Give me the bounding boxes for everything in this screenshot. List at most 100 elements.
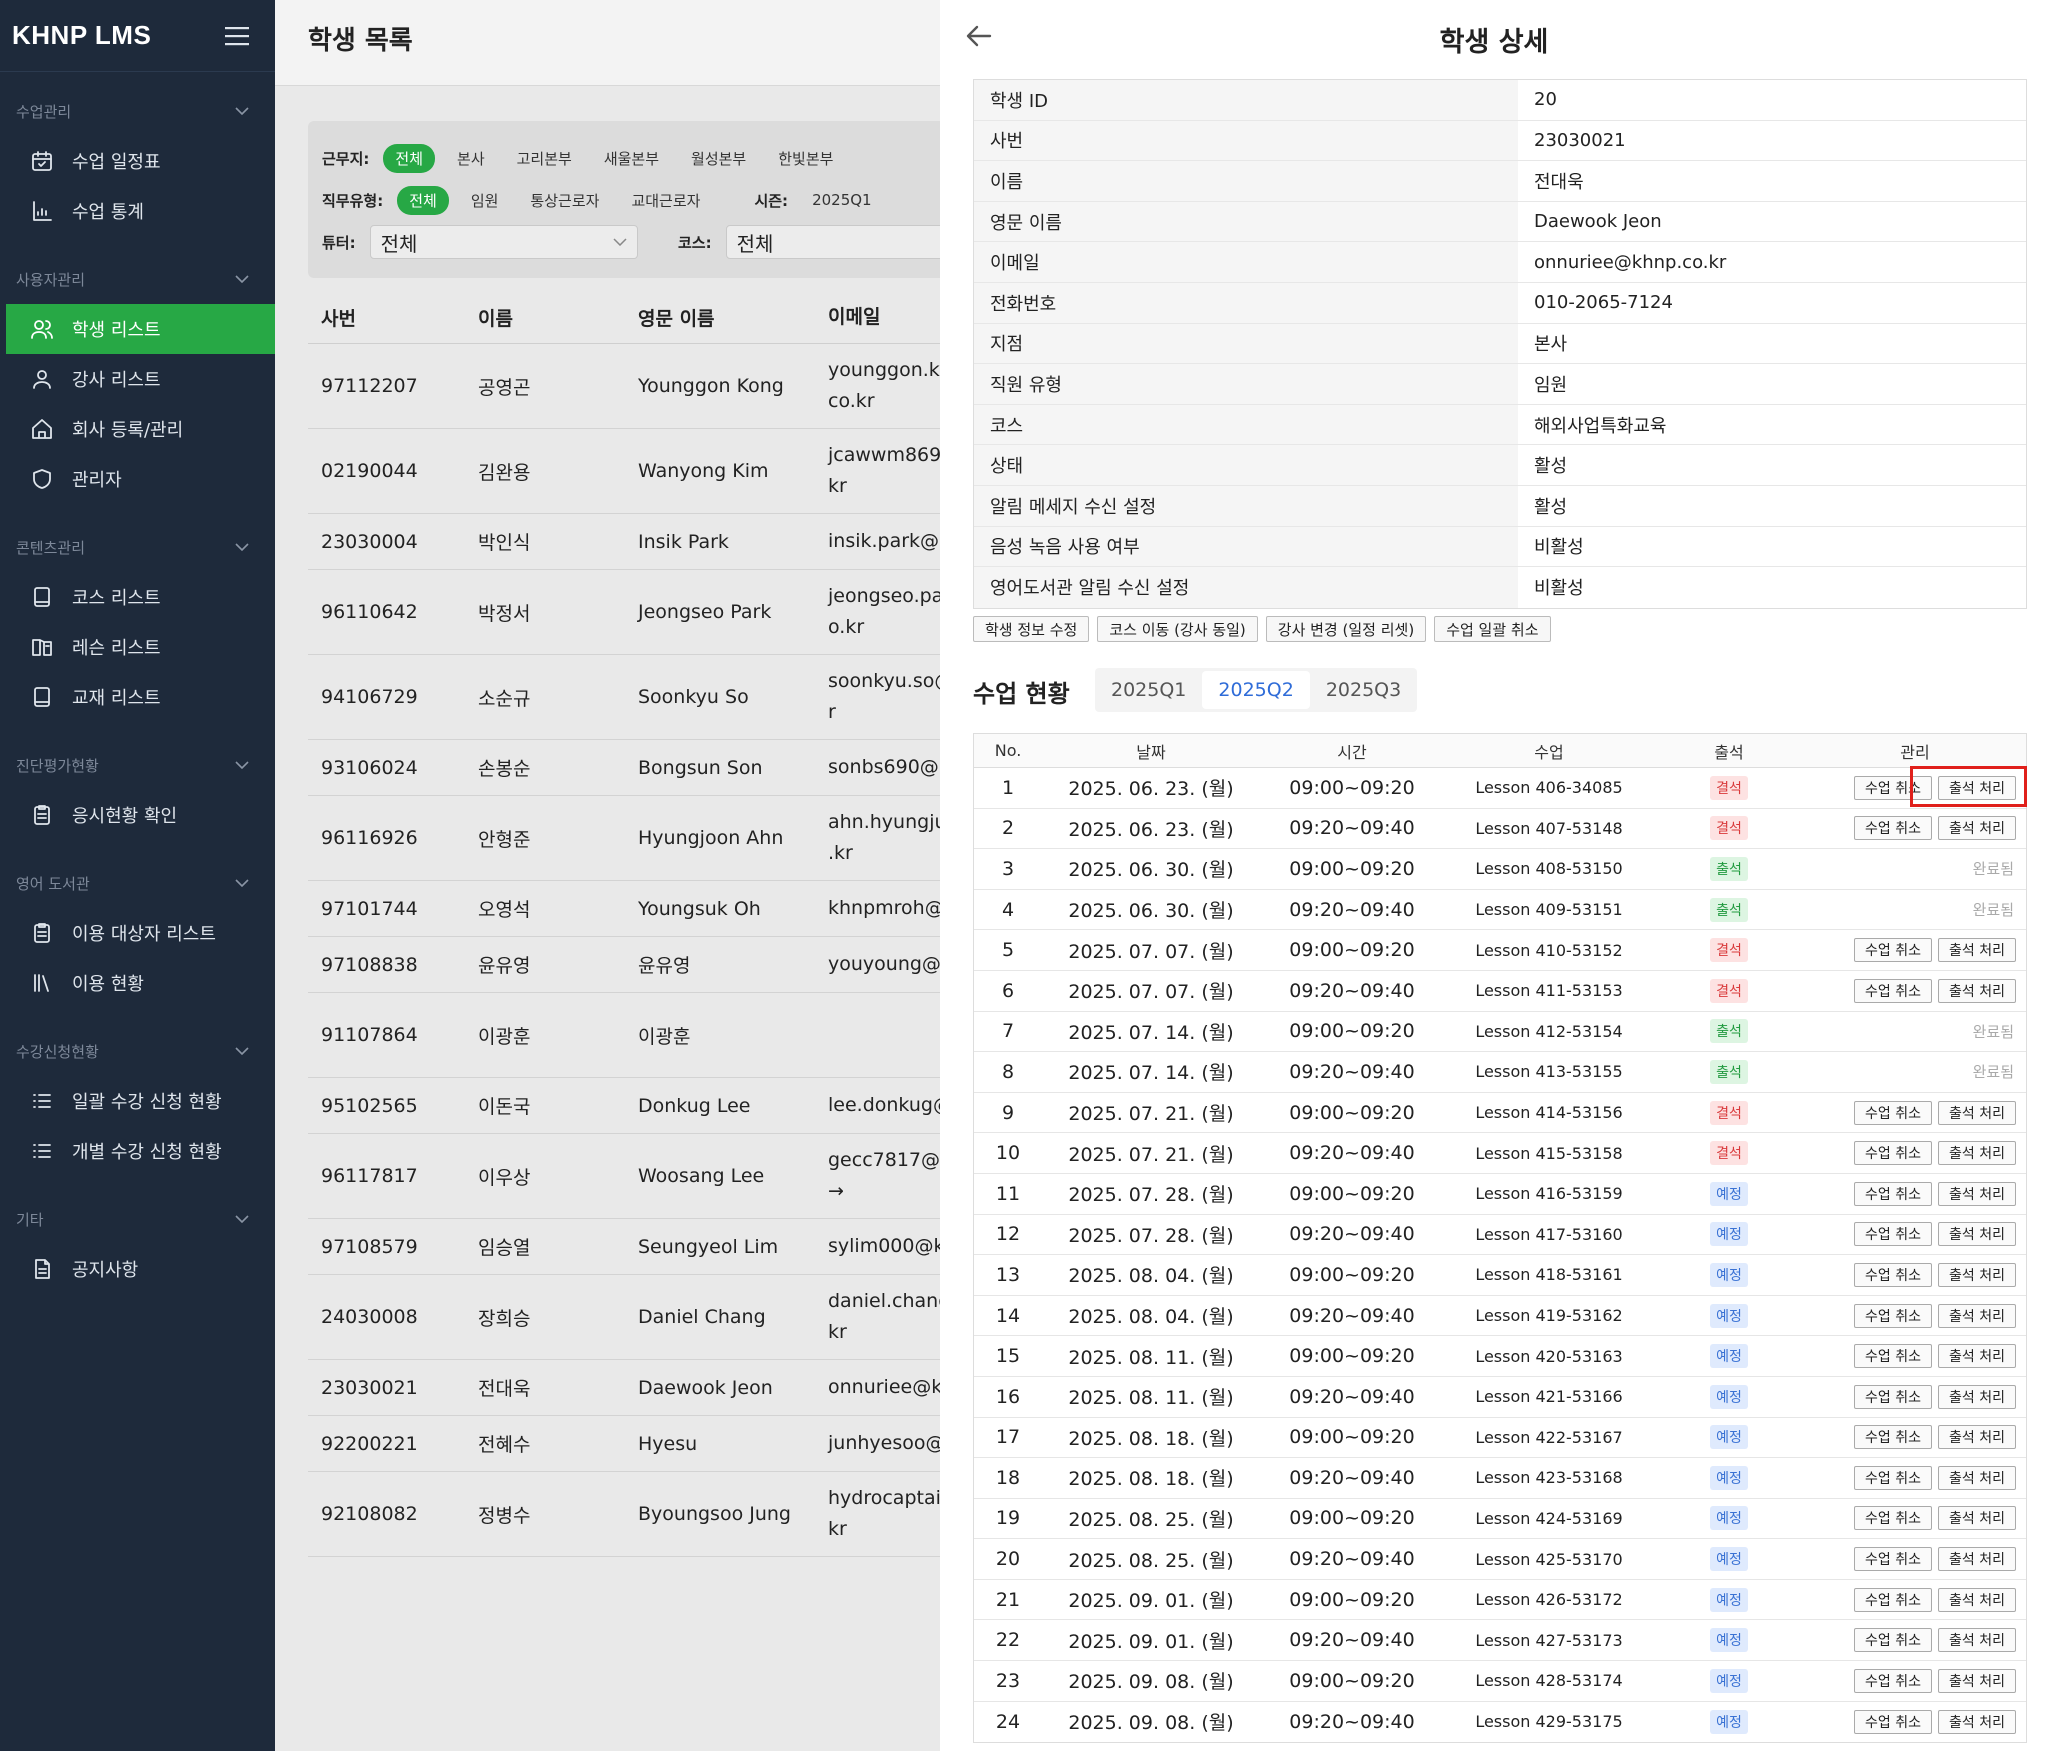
- table-row[interactable]: 92108082 정병수 Byoungsoo Jung hydrocaptai kr: [308, 1472, 940, 1557]
- course-select[interactable]: 전체: [725, 225, 940, 259]
- table-row[interactable]: 02190044 김완용 Wanyong Kim jcawwm869 kr: [308, 429, 940, 514]
- mark-attendance-button[interactable]: 출석 처리: [1938, 1384, 2016, 1409]
- branch-option[interactable]: 한빛본부: [768, 144, 843, 173]
- mark-attendance-button[interactable]: 출석 처리: [1938, 816, 2016, 841]
- cancel-lesson-button[interactable]: 수업 취소: [1854, 816, 1933, 841]
- table-row[interactable]: 96110642 박정서 Jeongseo Park jeongseo.pa o.kr: [308, 570, 940, 655]
- branch-option[interactable]: 월성본부: [681, 144, 756, 173]
- jobtype-option[interactable]: 전체: [397, 185, 449, 215]
- sidebar-item[interactable]: 이용 대상자 리스트: [0, 908, 275, 958]
- cancel-lesson-button[interactable]: 수업 취소: [1854, 938, 1933, 963]
- mark-attendance-button[interactable]: 출석 처리: [1938, 1709, 2016, 1734]
- bulk-cancel-button[interactable]: 수업 일괄 취소: [1434, 616, 1551, 642]
- season-filter-value[interactable]: 2025Q1: [802, 187, 882, 213]
- sidebar-item[interactable]: 수업 통계: [0, 186, 275, 236]
- mark-attendance-button[interactable]: 출석 처리: [1938, 978, 2016, 1003]
- sidebar-item[interactable]: 회사 등록/관리: [0, 404, 275, 454]
- mark-attendance-button[interactable]: 출석 처리: [1938, 938, 2016, 963]
- branch-option[interactable]: 새울본부: [594, 144, 669, 173]
- email-cell: sylim000@k: [816, 1231, 940, 1262]
- table-row[interactable]: 24030008 장희승 Daniel Chang daniel.chang kr: [308, 1275, 940, 1360]
- table-row[interactable]: 23030004 박인식 Insik Park insik.park@k: [308, 514, 940, 570]
- lesson-row: 21 2025. 09. 01. (월) 09:00~09:20 Lesson 426…: [974, 1580, 2026, 1621]
- mark-attendance-button[interactable]: 출석 처리: [1938, 1100, 2016, 1125]
- quarter-tab[interactable]: 2025Q2: [1202, 671, 1310, 709]
- cancel-lesson-button[interactable]: 수업 취소: [1854, 1587, 1933, 1612]
- sidebar-section[interactable]: 수업관리: [0, 86, 275, 136]
- cancel-lesson-button[interactable]: 수업 취소: [1854, 1181, 1933, 1206]
- sidebar-item[interactable]: 응시현황 확인: [0, 790, 275, 840]
- change-tutor-button[interactable]: 강사 변경 (일정 리셋): [1265, 616, 1427, 642]
- sidebar-section[interactable]: 콘텐츠관리: [0, 522, 275, 572]
- sidebar-item[interactable]: 교재 리스트: [0, 672, 275, 722]
- mark-attendance-button[interactable]: 출석 처리: [1938, 1506, 2016, 1531]
- sidebar-item[interactable]: 일괄 수강 신청 현황: [0, 1076, 275, 1126]
- jobtype-option[interactable]: 통상근로자: [520, 186, 609, 215]
- table-row[interactable]: 96116926 안형준 Hyungjoon Ahn ahn.hyungju .kr: [308, 796, 940, 881]
- mark-attendance-button[interactable]: 출석 처리: [1938, 1465, 2016, 1490]
- mark-attendance-button[interactable]: 출석 처리: [1938, 1628, 2016, 1653]
- sidebar-item[interactable]: 코스 리스트: [0, 572, 275, 622]
- cancel-lesson-button[interactable]: 수업 취소: [1854, 1668, 1933, 1693]
- menu-toggle-icon[interactable]: [225, 26, 249, 46]
- table-row[interactable]: 97108838 윤유영 윤유영 youyoung@l: [308, 937, 940, 993]
- sidebar-section[interactable]: 사용자관리: [0, 254, 275, 304]
- cancel-lesson-button[interactable]: 수업 취소: [1854, 1425, 1933, 1450]
- quarter-tab[interactable]: 2025Q3: [1310, 668, 1417, 712]
- cancel-lesson-button[interactable]: 수업 취소: [1854, 1100, 1933, 1125]
- table-row[interactable]: 94106729 소순규 Soonkyu So soonkyu.so@ r: [308, 655, 940, 740]
- sidebar-item[interactable]: 레슨 리스트: [0, 622, 275, 672]
- quarter-tab[interactable]: 2025Q1: [1095, 668, 1202, 712]
- jobtype-option[interactable]: 임원: [461, 186, 509, 215]
- sidebar-item[interactable]: 이용 현황: [0, 958, 275, 1008]
- mark-attendance-button[interactable]: 출석 처리: [1938, 1344, 2016, 1369]
- mark-attendance-button[interactable]: 출석 처리: [1938, 1587, 2016, 1612]
- sidebar-section[interactable]: 영어 도서관: [0, 858, 275, 908]
- mark-attendance-button[interactable]: 출석 처리: [1938, 1425, 2016, 1450]
- cancel-lesson-button[interactable]: 수업 취소: [1854, 1506, 1933, 1531]
- sidebar-item[interactable]: 개별 수강 신청 현황: [0, 1126, 275, 1176]
- cancel-lesson-button[interactable]: 수업 취소: [1854, 1141, 1933, 1166]
- mark-attendance-button[interactable]: 출석 처리: [1938, 1668, 2016, 1693]
- table-row[interactable]: 96117817 이우상 Woosang Lee gecc7817@k →: [308, 1134, 940, 1219]
- sidebar-section[interactable]: 진단평가현황: [0, 740, 275, 790]
- mark-attendance-button[interactable]: 출석 처리: [1938, 1547, 2016, 1572]
- cancel-lesson-button[interactable]: 수업 취소: [1854, 1303, 1933, 1328]
- sidebar-item[interactable]: 수업 일정표: [0, 136, 275, 186]
- table-row[interactable]: 97112207 공영곤 Younggon Kong younggon.kc co.kr: [308, 344, 940, 429]
- tutor-select[interactable]: 전체: [369, 225, 638, 259]
- branch-option[interactable]: 본사: [447, 144, 495, 173]
- edit-student-button[interactable]: 학생 정보 수정: [973, 616, 1090, 642]
- sidebar-item[interactable]: 공지사항: [0, 1244, 275, 1294]
- sidebar-section[interactable]: 기타: [0, 1194, 275, 1244]
- sidebar-item[interactable]: 학생 리스트: [6, 304, 275, 354]
- mark-attendance-button[interactable]: 출석 처리: [1938, 1222, 2016, 1247]
- table-row[interactable]: 92200221 전혜수 Hyesu junhyesoo@: [308, 1416, 940, 1472]
- cancel-lesson-button[interactable]: 수업 취소: [1854, 1344, 1933, 1369]
- branch-option[interactable]: 고리본부: [507, 144, 582, 173]
- table-row[interactable]: 97101744 오영석 Youngsuk Oh khnpmroh@: [308, 881, 940, 937]
- mark-attendance-button[interactable]: 출석 처리: [1938, 1262, 2016, 1287]
- move-course-button[interactable]: 코스 이동 (강사 동일): [1097, 616, 1258, 642]
- table-row[interactable]: 95102565 이돈국 Donkug Lee lee.donkug@: [308, 1078, 940, 1134]
- table-row[interactable]: 97108579 임승열 Seungyeol Lim sylim000@k: [308, 1219, 940, 1275]
- table-row[interactable]: 91107864 이광훈 이광훈: [308, 993, 940, 1078]
- mark-attendance-button[interactable]: 출석 처리: [1938, 1303, 2016, 1328]
- cancel-lesson-button[interactable]: 수업 취소: [1854, 1547, 1933, 1572]
- cancel-lesson-button[interactable]: 수업 취소: [1854, 978, 1933, 1003]
- cancel-lesson-button[interactable]: 수업 취소: [1854, 1465, 1933, 1490]
- table-row[interactable]: 93106024 손봉순 Bongsun Son sonbs690@: [308, 740, 940, 796]
- sidebar-item[interactable]: 강사 리스트: [0, 354, 275, 404]
- cancel-lesson-button[interactable]: 수업 취소: [1854, 1628, 1933, 1653]
- cancel-lesson-button[interactable]: 수업 취소: [1854, 1262, 1933, 1287]
- cancel-lesson-button[interactable]: 수업 취소: [1854, 1709, 1933, 1734]
- cancel-lesson-button[interactable]: 수업 취소: [1854, 1384, 1933, 1409]
- mark-attendance-button[interactable]: 출석 처리: [1938, 1181, 2016, 1206]
- mark-attendance-button[interactable]: 출석 처리: [1938, 1141, 2016, 1166]
- branch-option[interactable]: 전체: [383, 143, 436, 173]
- jobtype-option[interactable]: 교대근로자: [621, 186, 710, 215]
- cancel-lesson-button[interactable]: 수업 취소: [1854, 1222, 1933, 1247]
- sidebar-section[interactable]: 수강신청현황: [0, 1026, 275, 1076]
- sidebar-item[interactable]: 관리자: [0, 454, 275, 504]
- table-row[interactable]: 23030021 전대욱 Daewook Jeon onnuriee@kl: [308, 1360, 940, 1416]
